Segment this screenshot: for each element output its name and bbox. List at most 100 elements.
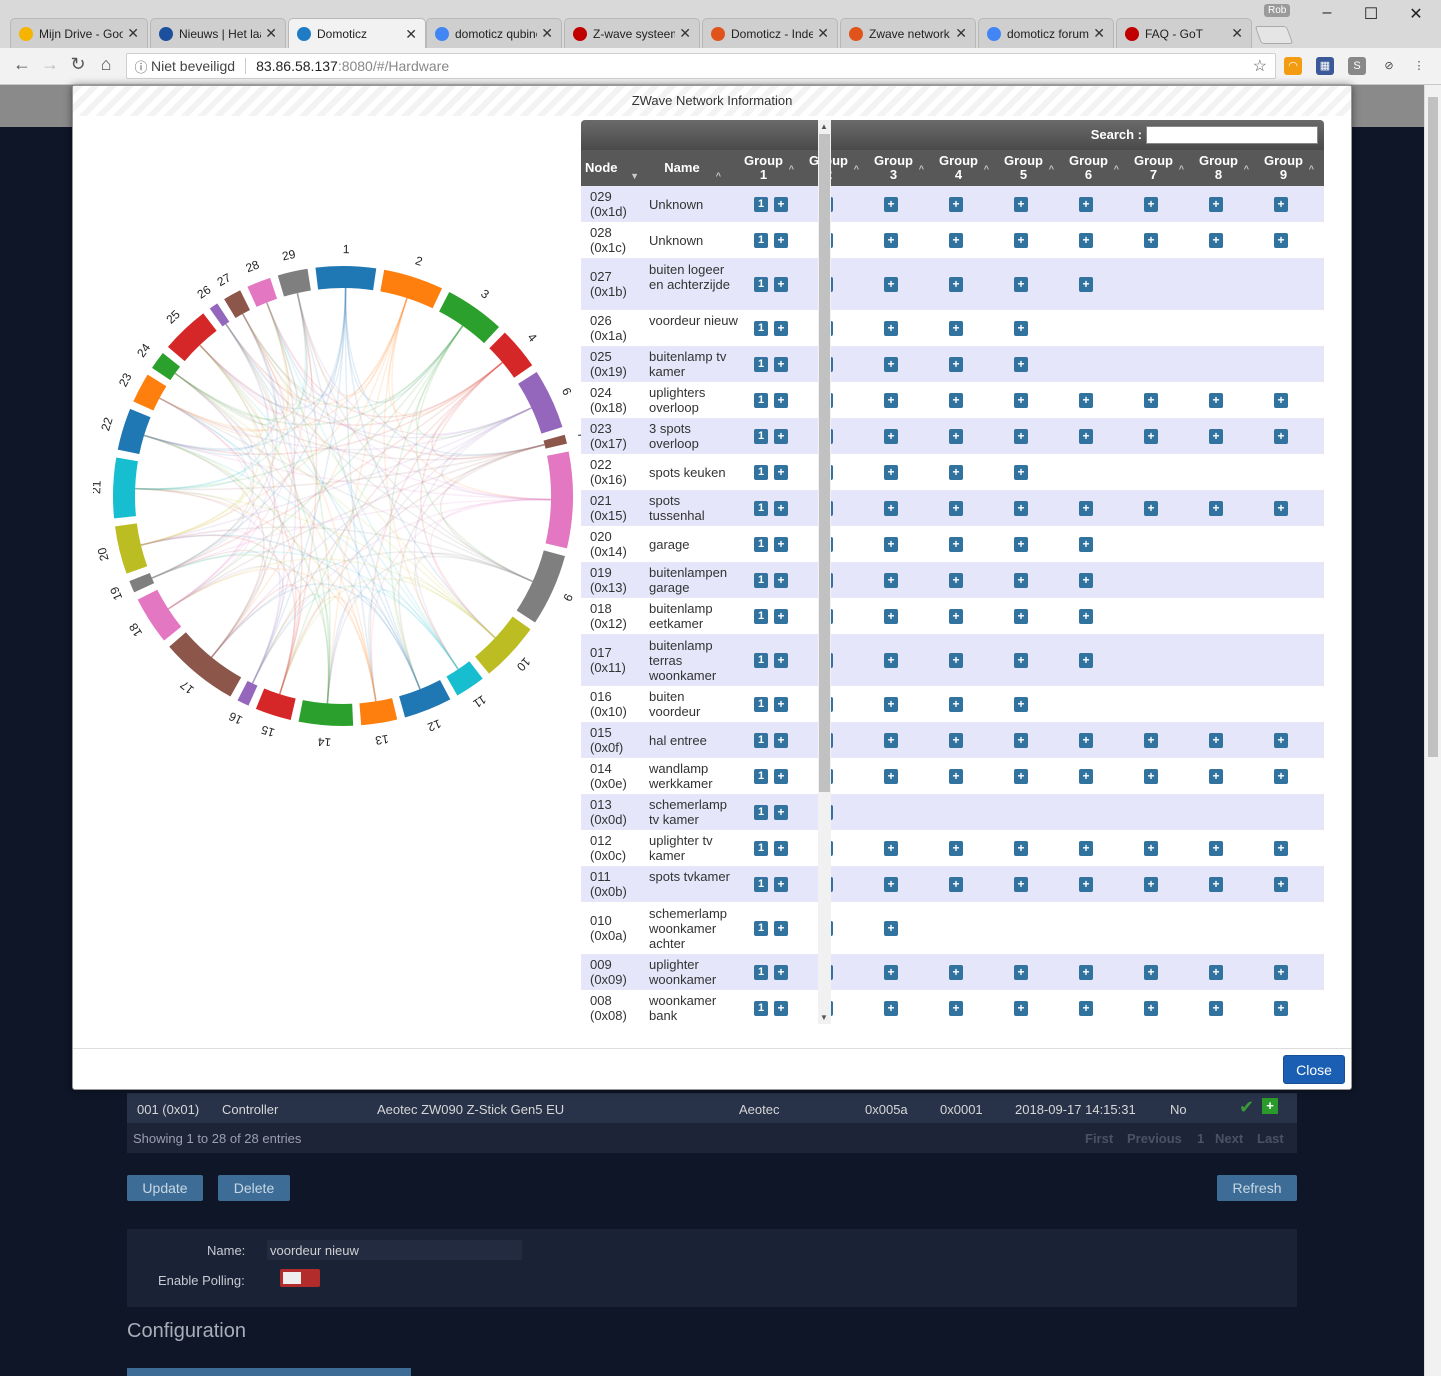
browser-tab[interactable]: Zwave network ✕ [840, 18, 976, 48]
tab-close-icon[interactable]: ✕ [1231, 25, 1243, 42]
add-association-button[interactable]: + [949, 964, 963, 980]
add-association-button[interactable]: + [949, 196, 963, 212]
add-association-button[interactable]: + [1209, 840, 1223, 856]
table-row[interactable]: 026 (0x1a)voordeur nieuw1+++++ [581, 310, 1324, 346]
tab-close-icon[interactable]: ✕ [1093, 25, 1105, 42]
column-header[interactable]: Group 3 ^ [861, 150, 926, 186]
add-association-button[interactable]: + [1209, 964, 1223, 980]
add-association-button[interactable]: + [884, 652, 898, 668]
add-association-button[interactable]: + [884, 768, 898, 784]
add-association-button[interactable]: + [949, 428, 963, 444]
column-header[interactable]: Group 6 ^ [1056, 150, 1121, 186]
node-arc[interactable] [315, 266, 377, 291]
table-row[interactable]: 017 (0x11) buitenlamp terras woonkamer 1 + +… [581, 634, 1324, 686]
add-association-button[interactable]: + [1079, 732, 1093, 748]
add-association-button[interactable]: + [1014, 356, 1028, 372]
node-arc[interactable] [129, 573, 155, 593]
refresh-button[interactable]: Refresh [1217, 1175, 1297, 1201]
node-arc[interactable] [237, 680, 258, 706]
add-association-button[interactable]: + [1014, 1000, 1028, 1016]
group-count-badge[interactable]: 1 [754, 804, 768, 820]
window-close-icon[interactable]: ✕ [1401, 4, 1431, 24]
add-association-button[interactable]: + [1144, 196, 1158, 212]
node-arc[interactable] [115, 523, 148, 574]
add-association-button[interactable]: + [949, 696, 963, 712]
add-association-button[interactable]: + [949, 232, 963, 248]
add-association-button[interactable]: + [1014, 652, 1028, 668]
sort-icon[interactable]: ^ [854, 162, 859, 176]
add-association-button[interactable]: + [1144, 840, 1158, 856]
table-row[interactable]: 014 (0x0e)wandlamp werkkamer1+++++++++ [581, 758, 1324, 794]
table-row[interactable]: 009 (0x09)uplighter woonkamer1+++++++++ [581, 954, 1324, 990]
node-arc[interactable] [446, 661, 483, 696]
sort-icon[interactable]: ^ [1049, 162, 1054, 176]
add-association-button[interactable]: + [774, 876, 788, 892]
add-association-button[interactable]: + [1274, 196, 1288, 212]
table-row[interactable]: 013 (0x0d)schemerlamp tv kamer1++ [581, 794, 1324, 830]
address-bar[interactable]: ⓘ Niet beveiligd 83.86.58.137 :8080/#/Ha… [126, 53, 1276, 79]
add-association-button[interactable]: + [884, 732, 898, 748]
add-association-button[interactable]: + [884, 428, 898, 444]
add-association-button[interactable]: + [884, 876, 898, 892]
add-association-button[interactable]: + [1079, 840, 1093, 856]
node-arc[interactable] [399, 679, 451, 718]
add-association-button[interactable]: + [1274, 732, 1288, 748]
sort-icon[interactable]: ^ [1114, 162, 1119, 176]
table-row[interactable]: 008 (0x08)woonkamer bank1+++++++++ [581, 990, 1324, 1024]
table-row[interactable]: 027 (0x1b) buiten logeer en achterzijde 1 +… [581, 258, 1324, 310]
add-association-button[interactable]: + [1144, 428, 1158, 444]
add-association-button[interactable]: + [949, 500, 963, 516]
add-association-button[interactable]: + [1274, 392, 1288, 408]
add-association-button[interactable]: + [884, 608, 898, 624]
profile-badge[interactable]: Rob [1264, 4, 1291, 17]
group-count-badge[interactable]: 1 [754, 1000, 768, 1016]
add-association-button[interactable]: + [884, 964, 898, 980]
group-count-badge[interactable]: 1 [754, 964, 768, 980]
back-icon[interactable]: ← [10, 54, 34, 75]
add-association-button[interactable]: + [949, 464, 963, 480]
add-association-button[interactable]: + [1079, 536, 1093, 552]
node-arc[interactable] [543, 434, 567, 449]
add-association-button[interactable]: + [1014, 768, 1028, 784]
add-association-button[interactable]: + [884, 696, 898, 712]
close-button[interactable]: Close [1283, 1055, 1345, 1084]
group-count-badge[interactable]: 1 [754, 500, 768, 516]
group-count-badge[interactable]: 1 [754, 768, 768, 784]
add-association-button[interactable]: + [774, 696, 788, 712]
node-arc[interactable] [518, 371, 563, 434]
table-row[interactable]: 021 (0x15)spots tussenhal1+++++++++ [581, 490, 1324, 526]
table-row[interactable]: 018 (0x12)buitenlamp eetkamer1++++++ [581, 598, 1324, 634]
group-count-badge[interactable]: 1 [754, 652, 768, 668]
add-association-button[interactable]: + [774, 804, 788, 820]
browser-tab[interactable]: FAQ - GoT ✕ [1116, 18, 1252, 48]
add-association-button[interactable]: + [949, 1000, 963, 1016]
add-association-button[interactable]: + [774, 232, 788, 248]
add-association-button[interactable]: + [949, 768, 963, 784]
add-association-button[interactable]: + [1079, 876, 1093, 892]
add-association-button[interactable]: + [1014, 232, 1028, 248]
table-row[interactable]: 011 (0x0b)spots tvkamer1+++++++++ [581, 866, 1324, 902]
add-association-button[interactable]: + [949, 840, 963, 856]
group-count-badge[interactable]: 1 [754, 840, 768, 856]
add-association-button[interactable]: + [774, 608, 788, 624]
add-association-button[interactable]: + [1014, 876, 1028, 892]
tab-close-icon[interactable]: ✕ [817, 25, 829, 42]
group-count-badge[interactable]: 1 [754, 392, 768, 408]
group-count-badge[interactable]: 1 [754, 920, 768, 936]
table-row[interactable]: 022 (0x16)spots keuken1+++++ [581, 454, 1324, 490]
group-count-badge[interactable]: 1 [754, 356, 768, 372]
add-association-button[interactable]: + [1014, 536, 1028, 552]
add-association-button[interactable]: + [1144, 768, 1158, 784]
node-arc[interactable] [516, 550, 566, 623]
forward-icon[interactable]: → [38, 54, 62, 75]
polling-toggle[interactable] [280, 1269, 320, 1287]
add-association-button[interactable]: + [774, 572, 788, 588]
table-row[interactable]: 029 (0x1d)Unknown1+++++++++ [581, 186, 1324, 222]
node-arc[interactable] [298, 700, 354, 726]
add-association-button[interactable]: + [1014, 464, 1028, 480]
add-association-button[interactable]: + [1209, 1000, 1223, 1016]
table-row[interactable]: 024 (0x18)uplighters overloop1+++++++++ [581, 382, 1324, 418]
add-association-button[interactable]: + [1144, 232, 1158, 248]
add-association-button[interactable]: + [1274, 876, 1288, 892]
browser-tab[interactable]: Domoticz - Index ✕ [702, 18, 838, 48]
